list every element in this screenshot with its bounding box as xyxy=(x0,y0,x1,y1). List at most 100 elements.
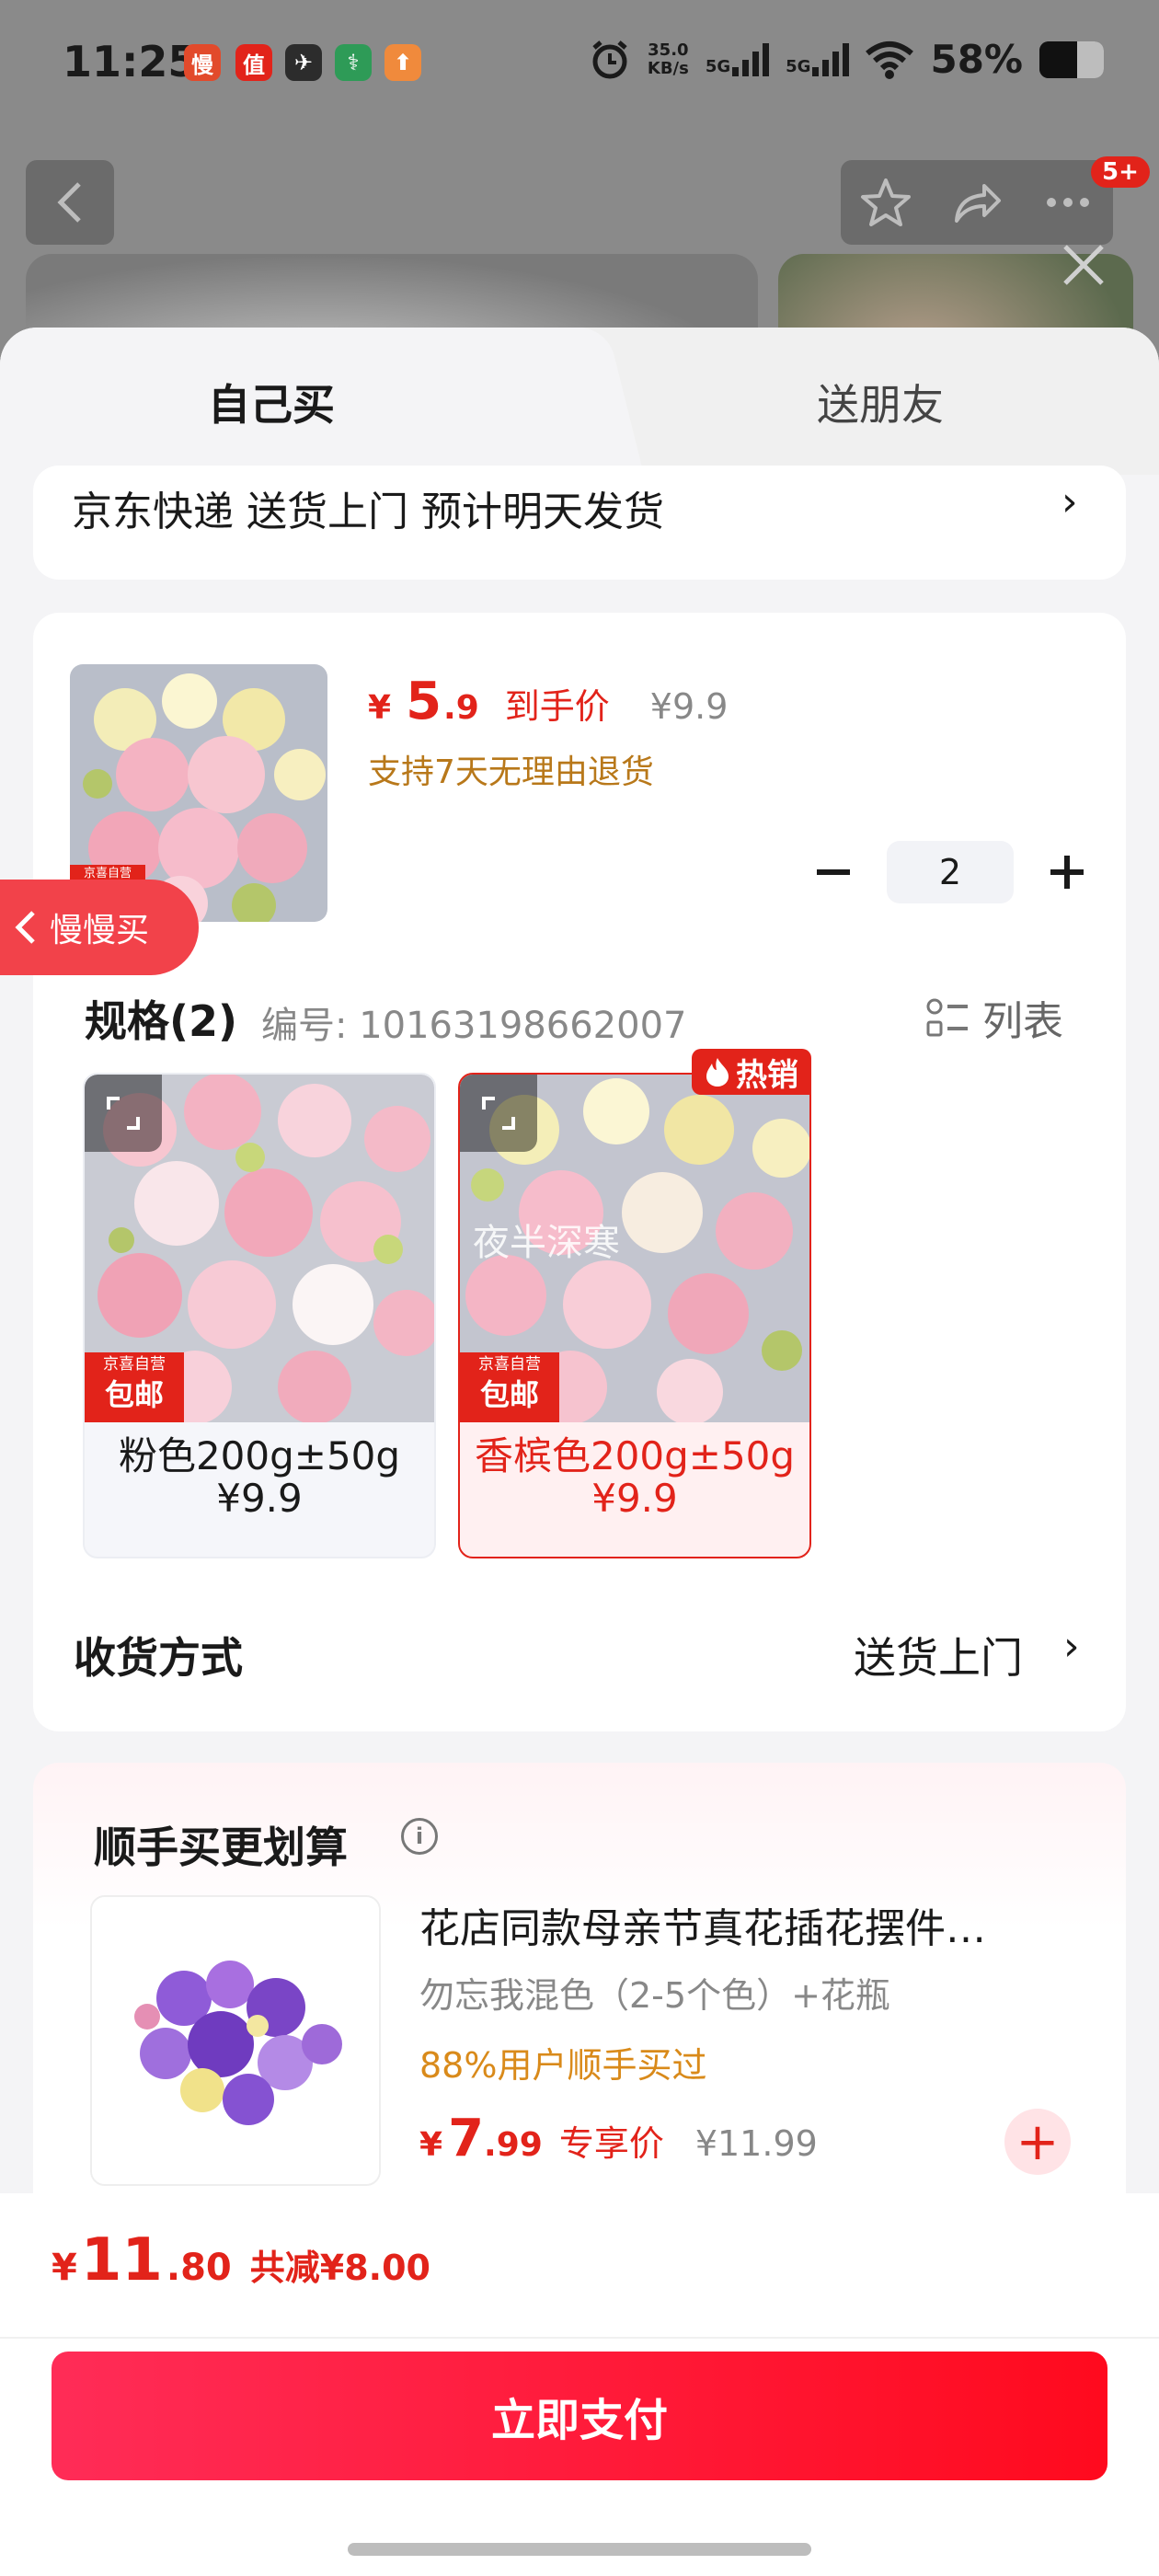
variant-option-champagne[interactable]: 夜半深寒 京喜自营 包邮 热销 香槟色200g±50g ¥9.9 xyxy=(458,1049,811,1558)
pay-now-button[interactable]: 立即支付 xyxy=(52,2352,1107,2480)
chevron-right-icon[interactable]: › xyxy=(1063,1623,1080,1670)
original-price: ¥11.99 xyxy=(694,2123,818,2164)
variant-label: 粉色200g±50g ¥9.9 xyxy=(85,1435,434,1520)
info-icon[interactable]: i xyxy=(401,1818,438,1855)
variant-name: 香槟色200g±50g xyxy=(474,1433,796,1478)
variant-name: 粉色200g±50g xyxy=(118,1433,401,1478)
addon-social-proof: 88%用户顺手买过 xyxy=(419,2045,707,2086)
product-card: 京喜自营 包邮 ¥ 5 .9 到手价 ¥9.9 支持7天无理由退货 2 规格(2… xyxy=(33,613,1126,1731)
home-indicator[interactable] xyxy=(348,2543,811,2556)
quantity-stepper: 2 xyxy=(806,841,1095,903)
variant-option-pink[interactable]: 京喜自营 包邮 粉色200g±50g ¥9.9 xyxy=(83,1073,436,1558)
cellular-signal-icon: 5G xyxy=(786,42,850,76)
addon-price-row: ¥ 7 .99 专享价 ¥11.99 xyxy=(419,2109,818,2168)
expand-image-button[interactable] xyxy=(460,1075,537,1152)
jingxi-badge-label: 京喜自营 xyxy=(103,1355,166,1374)
divider xyxy=(0,2337,1159,2339)
network-type-label: 5G xyxy=(705,56,731,76)
wifi-icon xyxy=(866,40,914,79)
hot-sale-badge: 热销 xyxy=(692,1049,811,1095)
jingxi-badge: 京喜自营 包邮 xyxy=(85,1352,184,1422)
flower-image xyxy=(92,1897,379,2184)
notification-badge: 5+ xyxy=(1091,156,1150,188)
delivery-card[interactable]: 京东快递 送货上门 预计明天发货 › xyxy=(33,466,1126,580)
top-action-group xyxy=(841,160,1113,245)
total-discount: 共减¥8.00 xyxy=(249,2248,430,2288)
receive-method-label: 收货方式 xyxy=(74,1633,243,1683)
expand-image-button[interactable] xyxy=(85,1075,162,1152)
app-notification-icon: 值 xyxy=(235,44,272,81)
price-integer: 7 xyxy=(448,2109,485,2168)
battery-fill xyxy=(1039,40,1077,78)
hot-sale-label: 热销 xyxy=(736,1056,798,1094)
network-speed: 35.0 KB/s xyxy=(647,40,689,78)
back-button[interactable] xyxy=(26,160,114,245)
share-icon[interactable] xyxy=(949,175,1004,230)
price-decimal: .9 xyxy=(443,689,479,727)
variant-price: ¥9.9 xyxy=(591,1476,678,1521)
tab-gift-friend[interactable]: 送朋友 xyxy=(817,372,944,432)
image-watermark: 夜半深寒 xyxy=(473,1222,620,1264)
delivery-info: 京东快递 送货上门 预计明天发货 xyxy=(72,489,664,535)
list-view-toggle[interactable]: 列表 xyxy=(925,988,1063,1047)
price-symbol: ¥ xyxy=(419,2126,443,2164)
more-icon[interactable] xyxy=(1040,175,1096,230)
addon-product-spec: 勿忘我混色（2-5个色）+花瓶 xyxy=(419,1975,890,2016)
price-decimal: .99 xyxy=(484,2126,543,2164)
price-symbol: ¥ xyxy=(368,689,392,727)
network-speed-value: 35.0 xyxy=(648,40,689,60)
free-shipping-label: 包邮 xyxy=(104,1377,164,1412)
battery-empty xyxy=(1076,40,1104,78)
product-code: 编号: 10163198662007 xyxy=(261,1005,687,1047)
addon-thumbnail[interactable] xyxy=(90,1895,381,2186)
exclusive-price-tag: 专享价 xyxy=(558,2123,664,2164)
free-shipping-label: 包邮 xyxy=(479,1377,539,1412)
price-integer: 5 xyxy=(406,672,442,731)
chevron-right-icon: › xyxy=(1061,478,1078,525)
total-decimal: .80 xyxy=(166,2247,232,2289)
app-notification-icon: 慢 xyxy=(184,44,221,81)
cellular-signal-icon: 5G xyxy=(705,42,770,76)
tab-self-buy[interactable]: 自己买 xyxy=(208,372,335,432)
network-speed-unit: KB/s xyxy=(647,58,689,78)
jingxi-badge-label: 京喜自营 xyxy=(478,1355,541,1374)
expand-icon xyxy=(482,1097,515,1130)
side-tab-label: 慢慢买 xyxy=(50,912,150,949)
app-notification-icon: ⬆ xyxy=(384,44,421,81)
list-view-label: 列表 xyxy=(982,998,1063,1045)
decrease-quantity-button[interactable] xyxy=(806,845,861,900)
increase-quantity-button[interactable] xyxy=(1039,845,1095,900)
total-integer: 11 xyxy=(80,2226,163,2294)
status-indicators: 35.0 KB/s 5G 5G 58% xyxy=(589,37,1104,82)
battery-percent: 58% xyxy=(930,37,1023,82)
add-addon-button[interactable]: + xyxy=(1004,2109,1071,2175)
variant-label: 香槟色200g±50g ¥9.9 xyxy=(460,1435,809,1520)
network-type-label: 5G xyxy=(786,56,811,76)
final-price-tag: 到手价 xyxy=(504,686,610,727)
addon-section-title: 顺手买更划算 xyxy=(94,1823,348,1872)
return-policy: 支持7天无理由退货 xyxy=(368,753,654,791)
status-bar: 11:25 慢 值 ✈ ⚕ ⬆ 35.0 KB/s 5G 5G 58% xyxy=(0,0,1159,129)
original-price: ¥9.9 xyxy=(649,686,729,727)
total-price: ¥ 11 .80 共减¥8.00 xyxy=(52,2226,430,2294)
total-symbol: ¥ xyxy=(52,2247,77,2289)
app-notification-icon: ⚕ xyxy=(335,44,372,81)
list-icon xyxy=(926,998,968,1037)
chevron-left-icon xyxy=(57,182,81,223)
receive-method-value[interactable]: 送货上门 xyxy=(854,1625,1023,1685)
expand-icon xyxy=(107,1097,140,1130)
checkout-bar: ¥ 11 .80 共减¥8.00 立即支付 xyxy=(0,2193,1159,2576)
variant-price: ¥9.9 xyxy=(216,1476,303,1521)
spec-title: 规格(2) xyxy=(85,996,238,1046)
purchase-tabs: 自己买 送朋友 xyxy=(0,328,1159,475)
plus-icon xyxy=(1050,856,1084,889)
close-icon[interactable] xyxy=(1056,237,1111,293)
flame-icon xyxy=(706,1058,729,1087)
star-icon[interactable] xyxy=(858,175,913,230)
slow-buy-side-tab[interactable]: 慢慢买 xyxy=(0,880,199,975)
addon-product-name[interactable]: 花店同款母亲节真花插花摆件… xyxy=(419,1895,1063,1954)
status-time: 11:25 xyxy=(63,37,198,86)
app-notification-icon: ✈ xyxy=(285,44,322,81)
price-row: ¥ 5 .9 到手价 ¥9.9 xyxy=(368,672,728,731)
quantity-input[interactable]: 2 xyxy=(887,841,1014,903)
